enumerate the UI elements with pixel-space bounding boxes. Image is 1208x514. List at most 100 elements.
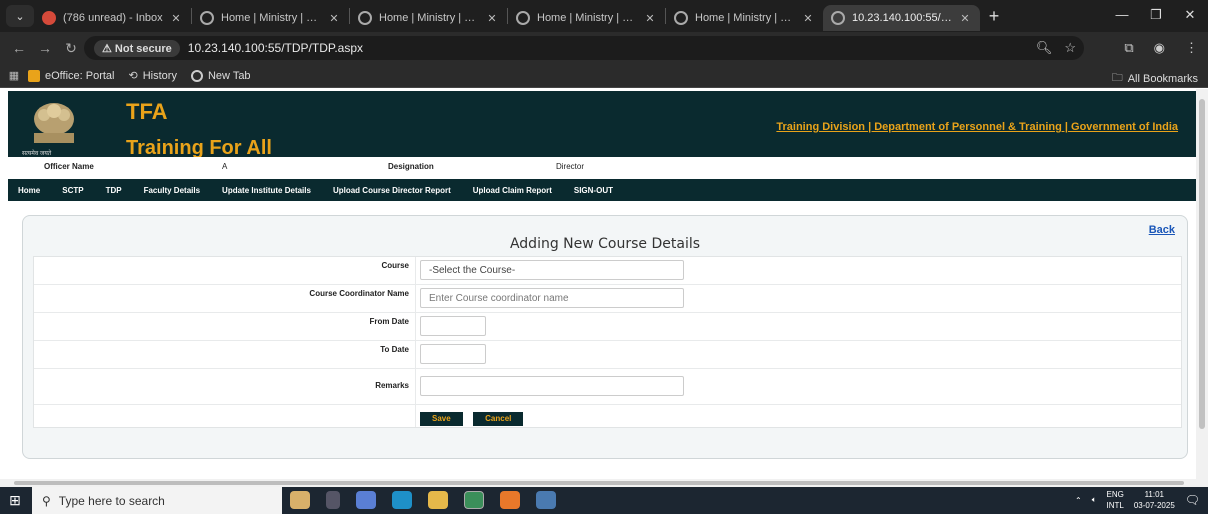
nav-upload-course-director-report[interactable]: Upload Course Director Report [333,186,451,195]
chevron-up-icon[interactable]: ⌃ [1075,496,1082,505]
remarks-input[interactable] [420,376,684,396]
extensions-icon[interactable]: ⧉ [1124,40,1133,56]
actions-spacer [34,405,416,427]
language-indicator[interactable]: ENG INTL [1107,489,1124,511]
tab-search-menu-button[interactable]: ⌄ [6,5,34,27]
nav-sign-out[interactable]: SIGN-OUT [574,186,613,195]
language-sub-label: INTL [1106,501,1124,510]
bookmark-star-icon[interactable]: ☆ [1064,40,1076,56]
browser-tab[interactable]: Home | Ministry | Dep ✕ [350,5,507,31]
national-emblem-icon [34,103,74,143]
coordinator-label: Course Coordinator Name [34,285,416,312]
nav-tdp[interactable]: TDP [106,186,122,195]
nav-sctp[interactable]: SCTP [62,186,83,195]
zoom-icon[interactable]: 🔍︎ [1036,40,1053,56]
chrome-icon[interactable] [464,491,484,509]
tab-title: Home | Ministry | Dep [221,12,323,24]
officer-name-label: Officer Name [44,162,94,171]
eoffice-icon [28,69,40,82]
nav-faculty-details[interactable]: Faculty Details [144,186,200,195]
copilot-icon[interactable] [356,491,376,509]
form-row-actions: Save Cancel [34,405,1181,427]
edge-icon[interactable] [392,491,412,509]
scroll-thumb[interactable] [1199,99,1205,429]
form-row-coordinator: Course Coordinator Name Enter Course coo… [34,285,1181,313]
save-button[interactable]: Save [420,412,463,426]
forward-arrow-icon[interactable]: → [32,40,58,56]
new-tab-button[interactable]: + [980,6,1008,27]
browser-tab[interactable]: Home | Ministry | Dep ✕ [192,5,349,31]
globe-icon [831,11,845,25]
officer-name-value: A [222,162,228,171]
system-tray: ⌃ 🔈︎ ENG INTL 11:01 03-07-2025 🗨︎ [1075,489,1200,511]
tab-title: Home | Ministry | Dep [537,12,639,24]
course-form: Course -Select the Course- Course Coordi… [33,256,1182,428]
volume-icon[interactable]: 🔈︎ [1092,495,1097,505]
bookmarks-bar: ▦ eOffice: Portal ⟲ History New Tab 🗀 Al… [0,64,1208,88]
windows-start-icon[interactable]: ⊞ [0,492,30,509]
maximize-icon[interactable]: ❐ [1146,7,1166,23]
header-department-link[interactable]: Training Division | Department of Person… [776,121,1178,133]
nav-update-institute-details[interactable]: Update Institute Details [222,186,311,195]
close-window-icon[interactable]: ✕ [1180,7,1200,23]
windows-taskbar: ⊞ ⚲ Type here to search ⌃ 🔈︎ ENG INTL 11… [0,487,1208,514]
clock-time: 11:01 [1144,490,1165,499]
designation-value: Director [556,162,585,171]
form-row-remarks: Remarks [34,369,1181,405]
apps-grid-icon[interactable]: ▦ [0,69,28,82]
nav-home[interactable]: Home [18,186,40,195]
taskbar-search-input[interactable]: ⚲ Type here to search [32,487,282,514]
address-bar: ← → ↻ ⚠ Not secure 10.23.140.100:55/TDP/… [0,32,1208,64]
all-bookmarks-label: All Bookmarks [1127,72,1198,85]
language-label: ENG [1106,490,1124,499]
tab-title: (786 unread) - Inbox [63,12,163,24]
horizontal-scrollbar[interactable] [0,479,1208,487]
close-icon[interactable]: ✕ [643,12,657,25]
bookmark-history[interactable]: ⟲ History [129,69,177,83]
reload-icon[interactable]: ↻ [58,40,84,57]
folder-icon: 🗀 [1111,72,1123,84]
vertical-scrollbar[interactable] [1196,89,1208,479]
firefox-icon[interactable] [500,491,520,509]
task-view-icon[interactable] [326,491,340,509]
browser-tab-active[interactable]: 10.23.140.100:55/TDF ✕ [823,5,980,31]
clock[interactable]: 11:01 03-07-2025 [1134,489,1175,511]
course-select[interactable]: -Select the Course- [420,260,684,280]
page-viewport: सत्यमेव जयते TFA Training For All Traini… [0,89,1196,479]
url-input[interactable]: ⚠ Not secure 10.23.140.100:55/TDP/TDP.as… [84,36,1084,60]
form-title: Adding New Course Details [509,236,701,252]
close-icon[interactable]: ✕ [958,12,972,25]
close-icon[interactable]: ✕ [169,12,183,25]
to-date-input[interactable] [420,344,486,364]
from-date-input[interactable] [420,316,486,336]
form-row-course: Course -Select the Course- [34,257,1181,285]
browser-tab[interactable]: Home | Ministry | Dep ✕ [508,5,665,31]
scroll-thumb[interactable] [14,481,1184,485]
designation-label: Designation [388,162,434,171]
widget-icon[interactable] [290,491,310,509]
app-icon[interactable] [536,491,556,509]
bookmark-new-tab[interactable]: New Tab [190,69,251,82]
profile-icon[interactable]: ◉ [1154,40,1165,56]
browser-tab[interactable]: (786 unread) - Inbox ✕ [34,5,191,31]
back-arrow-icon[interactable]: ← [6,40,32,56]
close-icon[interactable]: ✕ [327,12,341,25]
more-menu-icon[interactable]: ⋮ [1185,40,1198,56]
security-chip[interactable]: ⚠ Not secure [94,39,180,57]
close-icon[interactable]: ✕ [801,12,815,25]
security-label: Not secure [114,42,172,55]
all-bookmarks-button[interactable]: 🗀 All Bookmarks [1112,69,1198,88]
taskbar-apps [290,491,556,509]
file-explorer-icon[interactable] [428,491,448,509]
coordinator-name-input[interactable]: Enter Course coordinator name [420,288,684,308]
minimize-icon[interactable]: — [1112,7,1132,22]
globe-icon [674,11,688,25]
bookmark-eoffice[interactable]: eOffice: Portal [28,69,115,82]
cancel-button[interactable]: Cancel [473,412,524,426]
back-link[interactable]: Back [1149,224,1175,236]
close-icon[interactable]: ✕ [485,12,499,25]
officer-info-bar: Officer Name A Designation Director [8,157,1196,177]
nav-upload-claim-report[interactable]: Upload Claim Report [473,186,552,195]
browser-tab[interactable]: Home | Ministry | Dep ✕ [666,5,823,31]
notification-icon[interactable]: 🗨︎ [1185,493,1200,507]
